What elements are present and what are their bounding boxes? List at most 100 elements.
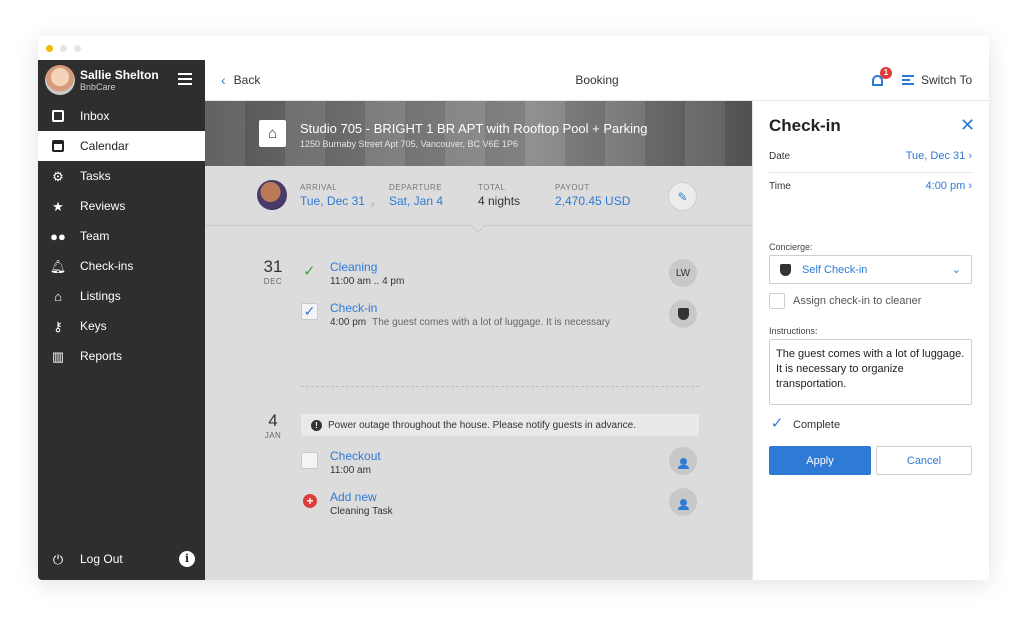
instructions-textarea[interactable]: The guest comes with a lot of luggage. I…	[769, 339, 972, 405]
time-value: 4:00 pm ›	[926, 180, 972, 192]
task-checkbox[interactable]	[301, 452, 318, 469]
sidebar-item-label: Calendar	[80, 139, 129, 153]
back-label: Back	[233, 73, 261, 87]
sidebar-item-label: Tasks	[80, 169, 111, 183]
title-bar	[38, 36, 989, 60]
listing-address: 1250 Burnaby Street Apt 705, Vancouver, …	[300, 139, 518, 149]
task-title[interactable]: Cleaning	[330, 260, 377, 274]
time-text: 4:00 pm	[925, 180, 966, 192]
user-profile[interactable]: Sallie Shelton BnbCare	[38, 60, 205, 101]
sidebar-item-reviews[interactable]: ★ Reviews	[38, 191, 205, 221]
assign-person-button[interactable]	[669, 447, 697, 475]
sidebar-item-team[interactable]: ●● Team	[38, 221, 205, 251]
concierge-avatar[interactable]	[669, 300, 697, 328]
departure-label: DEPARTURE	[389, 183, 443, 192]
sidebar-item-inbox[interactable]: Inbox	[38, 101, 205, 131]
date-row[interactable]: Date Tue, Dec 31 ›	[769, 143, 972, 173]
sidebar-item-keys[interactable]: ⚷ Keys	[38, 311, 205, 341]
sidebar-nav: Inbox Calendar ⚙ Tasks ★ Reviews ●● Team…	[38, 101, 205, 371]
gear-icon: ⚙	[52, 168, 64, 184]
payout-value[interactable]: 2,470.45 USD	[555, 194, 630, 208]
avatar	[45, 65, 75, 95]
sidebar-item-tasks[interactable]: ⚙ Tasks	[38, 161, 205, 191]
sidebar-item-listings[interactable]: ⌂ Listings	[38, 281, 205, 311]
pencil-icon: ✎	[677, 189, 688, 204]
task-checkbox[interactable]: ✓	[301, 303, 318, 320]
team-icon: ●●	[50, 228, 66, 244]
logout-button[interactable]: ⏻ Log Out i	[38, 548, 205, 570]
sidebar-item-checkins[interactable]: 🔔︎ Check-ins	[38, 251, 205, 281]
cancel-button[interactable]: Cancel	[876, 446, 972, 475]
assign-cleaner-option[interactable]: Assign check-in to cleaner	[769, 293, 921, 309]
time-row[interactable]: Time 4:00 pm ›	[769, 173, 972, 203]
concierge-label: Concierge:	[769, 242, 813, 252]
chevron-left-icon: ‹	[221, 72, 226, 88]
day-month: JAN	[264, 431, 282, 440]
task-title[interactable]: Check-in	[330, 301, 377, 315]
listing-title: Studio 705 - BRIGHT 1 BR APT with Roofto…	[300, 121, 648, 136]
day-number: 31	[263, 257, 283, 276]
task-type: Cleaning Task	[330, 506, 393, 517]
user-name: Sallie Shelton	[80, 68, 159, 82]
minimize-dot[interactable]	[46, 45, 53, 52]
date-value: Tue, Dec 31 ›	[906, 150, 972, 162]
home-icon: ⌂	[259, 120, 286, 147]
assign-cleaner-label: Assign check-in to cleaner	[793, 295, 922, 307]
edit-button[interactable]: ✎	[668, 182, 697, 211]
booking-main: ⌂ Studio 705 - BRIGHT 1 BR APT with Roof…	[205, 101, 752, 580]
shield-icon	[677, 308, 689, 320]
sidebar: Sallie Shelton BnbCare Inbox Calendar ⚙ …	[38, 60, 205, 580]
star-icon: ★	[52, 198, 64, 214]
booking-summary: ARRIVAL Tue, Dec 31 › DEPARTURE Sat, Jan…	[205, 166, 752, 226]
back-button[interactable]: ‹ Back	[221, 73, 260, 87]
arrival-date[interactable]: Tue, Dec 31	[300, 194, 365, 208]
task-title[interactable]: Checkout	[330, 449, 381, 463]
chevron-right-icon: ›	[968, 150, 972, 162]
window-dot[interactable]	[60, 45, 67, 52]
complete-checkbox[interactable]: ✓	[769, 416, 785, 433]
concierge-value: Self Check-in	[802, 263, 868, 276]
key-icon: ⚷	[53, 318, 63, 334]
assignee-avatar[interactable]: LW	[669, 259, 697, 287]
sidebar-item-calendar[interactable]: Calendar	[38, 131, 205, 161]
total-label: TOTAL	[478, 183, 506, 192]
concierge-select[interactable]: Self Check-in ⌄	[769, 255, 972, 284]
task-note: The guest comes with a lot of luggage. I…	[372, 317, 611, 328]
assign-person-button[interactable]	[669, 488, 697, 516]
chevron-right-icon: ›	[968, 180, 972, 192]
sidebar-item-label: Listings	[80, 289, 121, 303]
complete-option[interactable]: ✓ Complete	[769, 416, 840, 433]
payout: PAYOUT 2,470.45 USD	[555, 183, 630, 208]
date-label: Date	[769, 151, 791, 162]
info-icon[interactable]: i	[179, 551, 195, 567]
chevron-down-icon: ⌄	[951, 264, 961, 276]
total: TOTAL 4 nights	[478, 183, 520, 208]
panel-title: Check-in	[769, 116, 841, 135]
day-month: DEC	[263, 277, 283, 286]
sidebar-item-label: Check-ins	[80, 259, 134, 273]
time-label: Time	[769, 181, 791, 192]
app-window: Sallie Shelton BnbCare Inbox Calendar ⚙ …	[38, 36, 989, 580]
top-header: ‹ Back Booking 1 Switch To	[205, 60, 989, 101]
notifications-button[interactable]: 1	[870, 67, 892, 88]
window-dot[interactable]	[74, 45, 81, 52]
switch-icon	[902, 75, 914, 85]
menu-icon[interactable]	[178, 73, 192, 85]
task-time: 11:00 am .. 4 pm	[330, 276, 405, 287]
sidebar-item-reports[interactable]: ▥ Reports	[38, 341, 205, 371]
apply-button[interactable]: Apply	[769, 446, 871, 475]
task-time: 4:00 pm	[330, 317, 367, 328]
add-icon[interactable]: +	[303, 494, 317, 508]
close-icon[interactable]: ✕	[960, 116, 975, 134]
sidebar-item-label: Reviews	[80, 199, 126, 213]
arrival: ARRIVAL Tue, Dec 31	[300, 183, 365, 208]
departure-date[interactable]: Sat, Jan 4	[389, 194, 443, 208]
assign-cleaner-checkbox[interactable]	[769, 293, 785, 309]
switch-to-button[interactable]: Switch To	[902, 73, 972, 87]
power-icon: ⏻	[52, 551, 64, 567]
chevron-right-icon: ›	[371, 199, 375, 210]
checkin-panel: Check-in ✕ Date Tue, Dec 31 › Time 4:00 …	[752, 101, 989, 580]
alert-text: Power outage throughout the house. Pleas…	[328, 419, 636, 431]
add-task-link[interactable]: Add new	[330, 490, 377, 504]
check-done-icon: ✓	[303, 263, 316, 280]
